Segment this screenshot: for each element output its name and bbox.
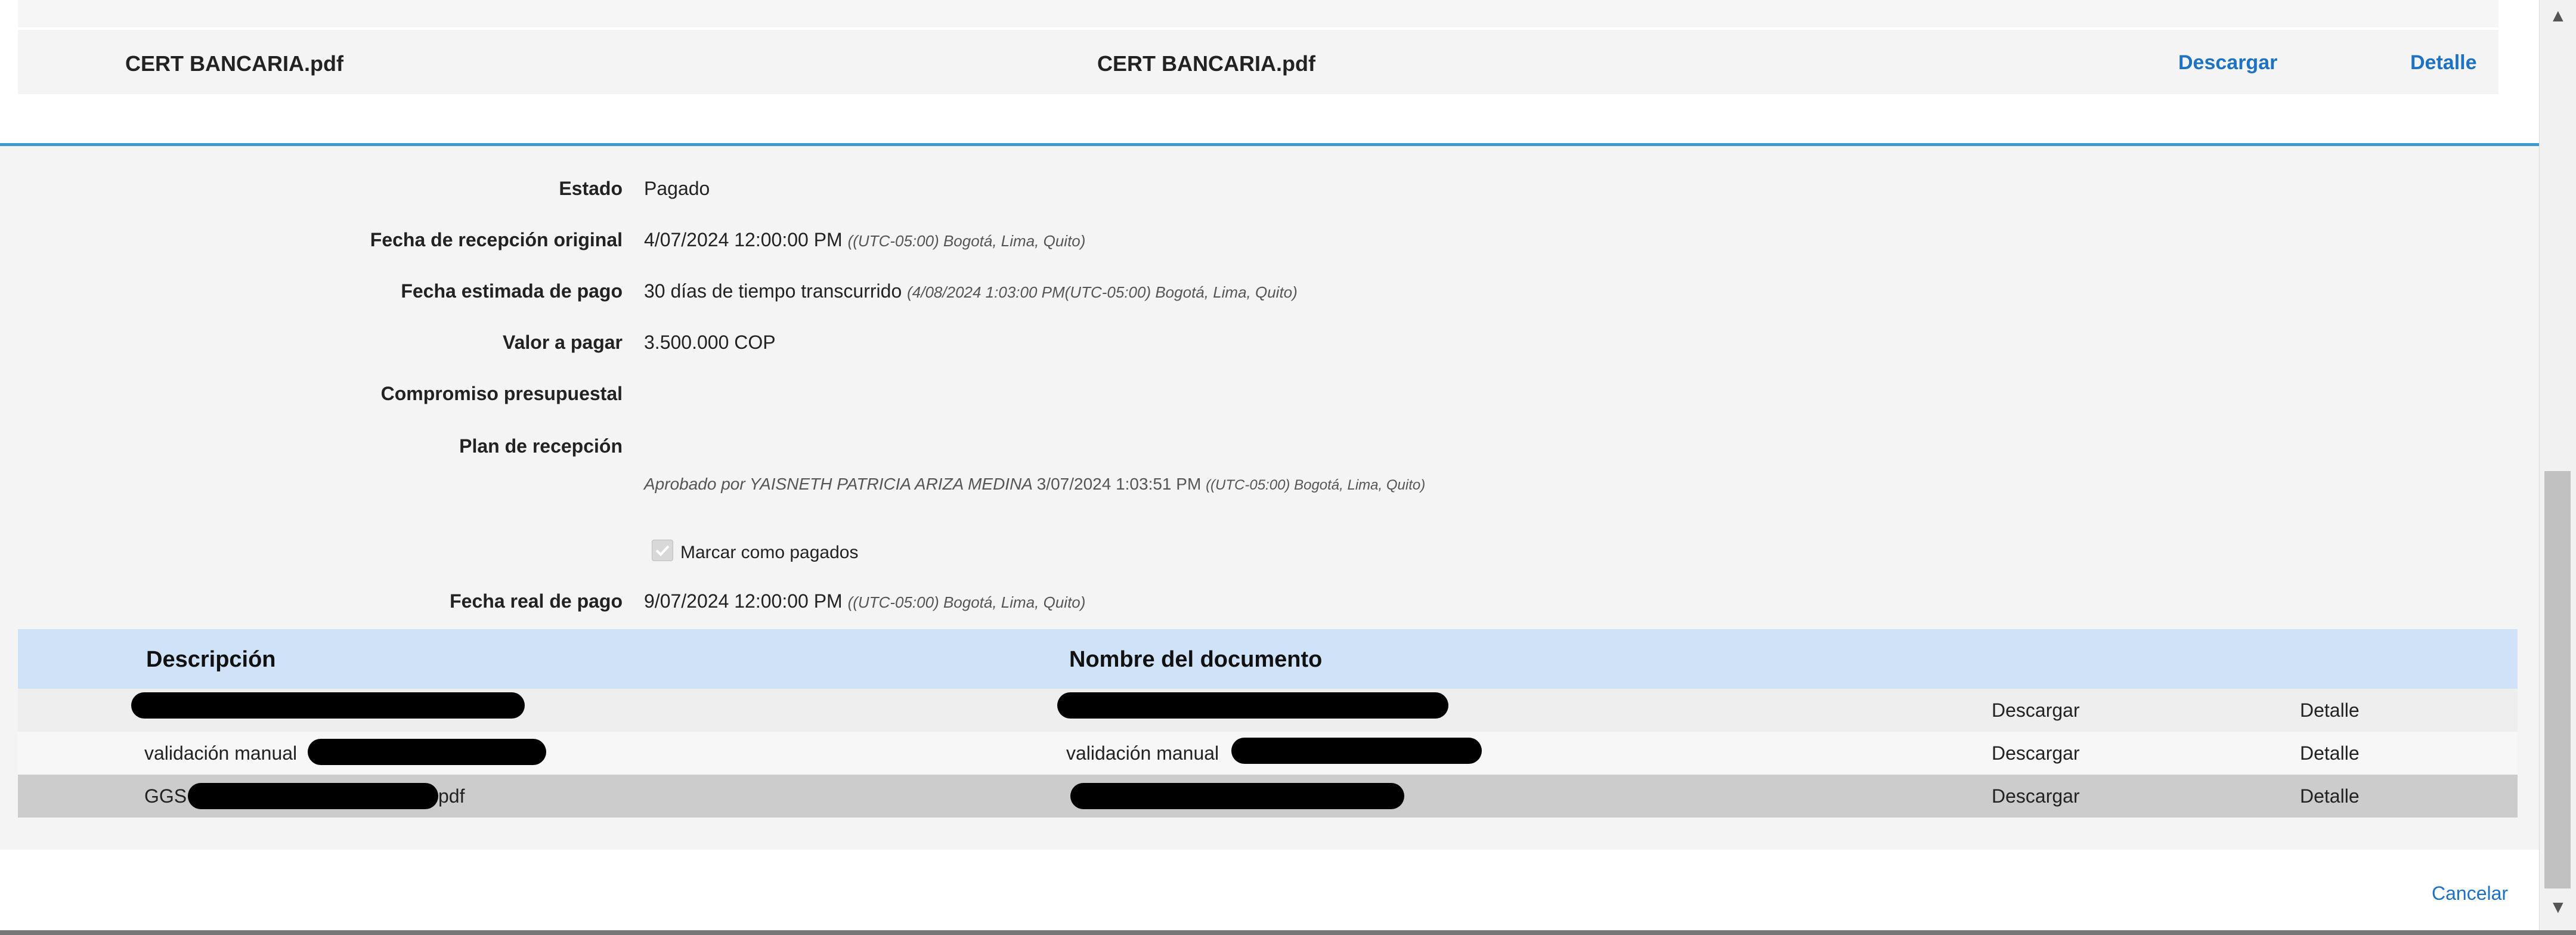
aprobado-text: Aprobado por YAISNETH PATRICIA ARIZA MED… <box>644 475 1032 493</box>
fecha-recepcion-timezone: ((UTC-05:00) Bogotá, Lima, Quito) <box>847 232 1086 250</box>
row-description-suffix: pdf <box>438 785 465 807</box>
table-row: validación manual validación manual Desc… <box>18 732 2518 775</box>
marcar-pagados-label: Marcar como pagados <box>680 543 859 562</box>
bottom-edge <box>0 930 2576 935</box>
column-header-nombre-documento: Nombre del documento <box>1069 647 1323 672</box>
cancel-link[interactable]: Cancelar <box>2432 883 2508 905</box>
previous-document-row <box>18 0 2498 27</box>
download-link[interactable]: Descargar <box>1992 742 2080 764</box>
fecha-estimada-value: 30 días de tiempo transcurrido <box>644 280 902 302</box>
table-row: Descargar Detalle <box>18 689 2518 732</box>
row-description: GGS <box>144 785 187 807</box>
detail-link[interactable]: Detalle <box>2410 51 2477 75</box>
redaction-mark <box>1070 783 1404 809</box>
aprobado-timezone: ((UTC-05:00) Bogotá, Lima, Quito) <box>1206 477 1426 493</box>
plan-recepcion-label: Plan de recepción <box>459 435 623 457</box>
fecha-real-label: Fecha real de pago <box>450 590 623 612</box>
fecha-recepcion-label: Fecha de recepción original <box>370 229 623 250</box>
row-description: validación manual <box>144 742 298 764</box>
download-link[interactable]: Descargar <box>1992 699 2080 722</box>
fecha-real-value: 9/07/2024 12:00:00 PM <box>644 590 843 612</box>
download-link[interactable]: Descargar <box>1992 785 2080 807</box>
estado-value: Pagado <box>644 178 710 199</box>
detail-link[interactable]: Detalle <box>2300 742 2360 764</box>
fecha-real-timezone: ((UTC-05:00) Bogotá, Lima, Quito) <box>847 593 1086 611</box>
fecha-estimada-field: 30 días de tiempo transcurrido (4/08/202… <box>644 280 1298 302</box>
fecha-estimada-label: Fecha estimada de pago <box>401 280 623 302</box>
redaction-mark <box>1231 738 1482 764</box>
scroll-down-arrow-icon[interactable]: ▼ <box>2549 897 2567 918</box>
row-description: CERT BANCARIA.pdf <box>125 51 343 76</box>
fecha-recepcion-value: 4/07/2024 12:00:00 PM <box>644 229 843 250</box>
estado-label: Estado <box>559 178 623 199</box>
redaction-mark <box>188 783 438 809</box>
redaction-mark <box>308 739 546 765</box>
scrollbar-thumb[interactable] <box>2544 471 2571 888</box>
detail-link[interactable]: Detalle <box>2300 699 2360 722</box>
documents-table-header: Descripción Nombre del documento <box>18 629 2518 689</box>
column-header-descripcion: Descripción <box>146 647 276 672</box>
table-row: GGS pdf Descargar Detalle <box>18 775 2518 818</box>
detail-link[interactable]: Detalle <box>2300 785 2360 807</box>
marcar-pagados-checkbox[interactable] <box>652 540 673 561</box>
aprobado-date: 3/07/2024 1:03:51 PM <box>1036 475 1202 493</box>
valor-value: 3.500.000 COP <box>644 332 776 353</box>
valor-label: Valor a pagar <box>503 332 623 353</box>
aprobado-line: Aprobado por YAISNETH PATRICIA ARIZA MED… <box>644 475 1425 494</box>
fecha-estimada-note: (4/08/2024 1:03:00 PM(UTC-05:00) Bogotá,… <box>907 283 1298 301</box>
compromiso-label: Compromiso presupuestal <box>380 383 623 404</box>
fecha-real-field: 9/07/2024 12:00:00 PM ((UTC-05:00) Bogot… <box>644 590 1085 612</box>
redaction-mark <box>131 692 525 719</box>
row-document-name: validación manual <box>1066 742 1219 764</box>
download-link[interactable]: Descargar <box>2178 51 2277 75</box>
redaction-mark <box>1057 692 1448 719</box>
row-document-name: CERT BANCARIA.pdf <box>1097 51 1315 76</box>
document-row-cert-bancaria: CERT BANCARIA.pdf CERT BANCARIA.pdf Desc… <box>18 30 2498 94</box>
scroll-up-arrow-icon[interactable]: ▲ <box>2549 6 2567 26</box>
checkmark-icon <box>655 545 670 556</box>
fecha-recepcion-field: 4/07/2024 12:00:00 PM ((UTC-05:00) Bogot… <box>644 229 1085 251</box>
